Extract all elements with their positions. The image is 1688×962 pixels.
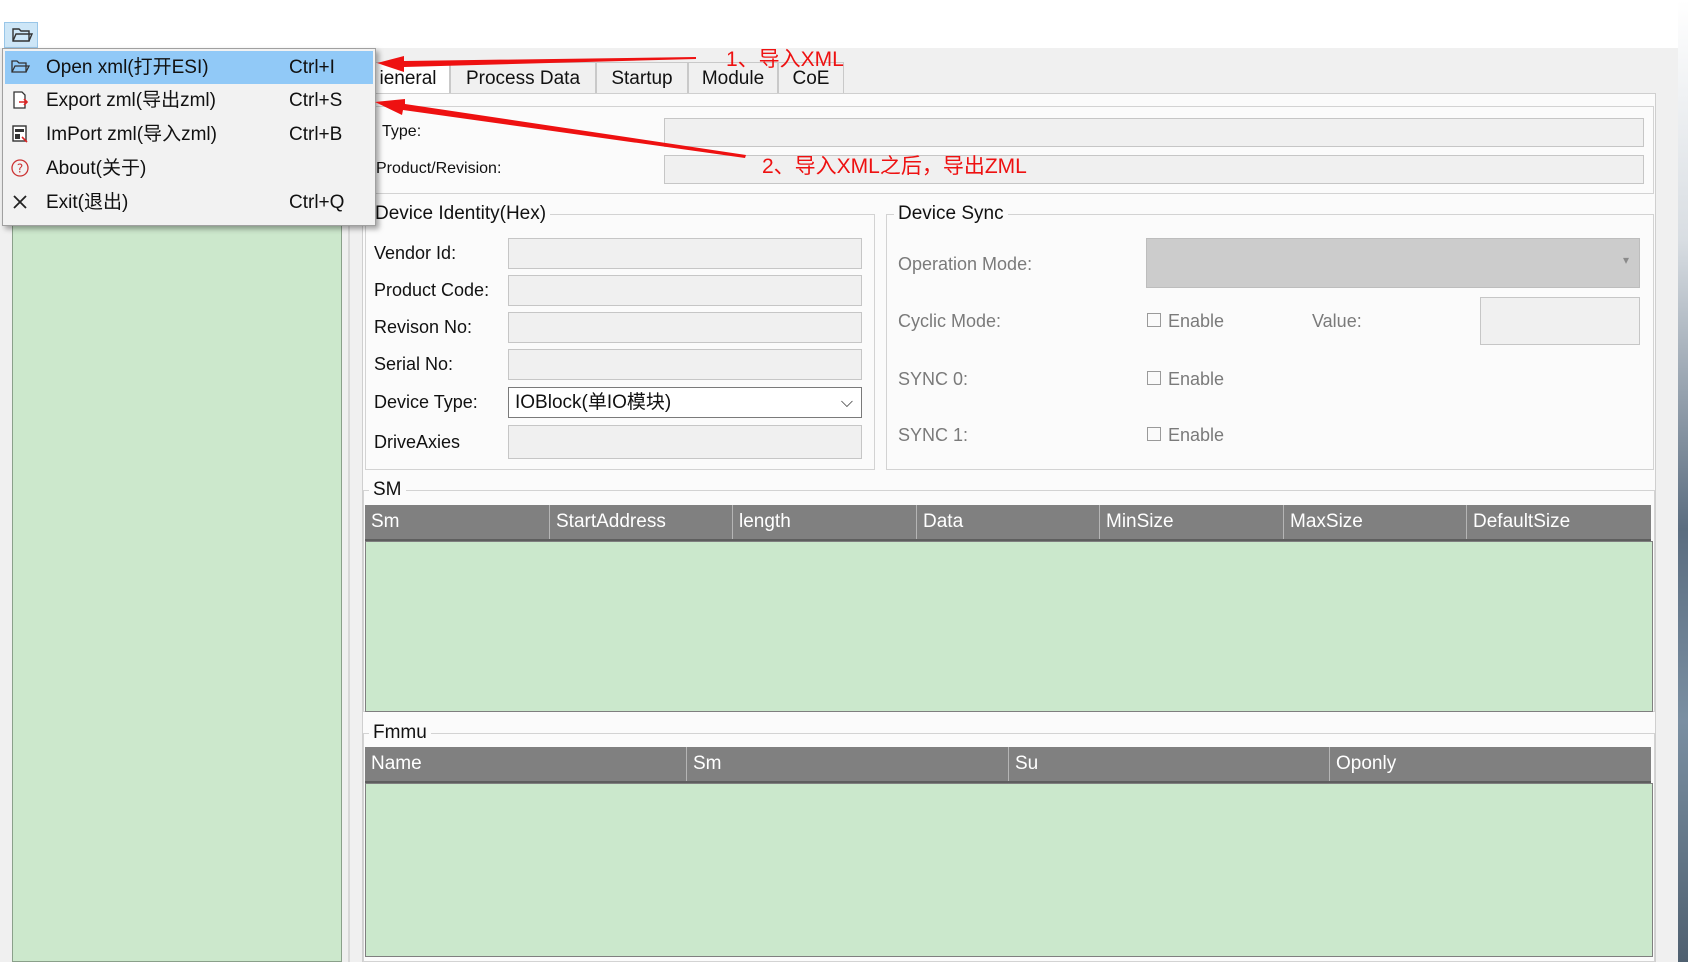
annotation-arrow-2 (375, 99, 746, 158)
annotation-arrows (375, 56, 746, 158)
annotation-note-1: 1、导入XML (726, 48, 844, 71)
annotation-arrow-1 (377, 56, 696, 72)
annotation-note-2: 2、导入XML之后，导出ZML (762, 155, 1027, 178)
